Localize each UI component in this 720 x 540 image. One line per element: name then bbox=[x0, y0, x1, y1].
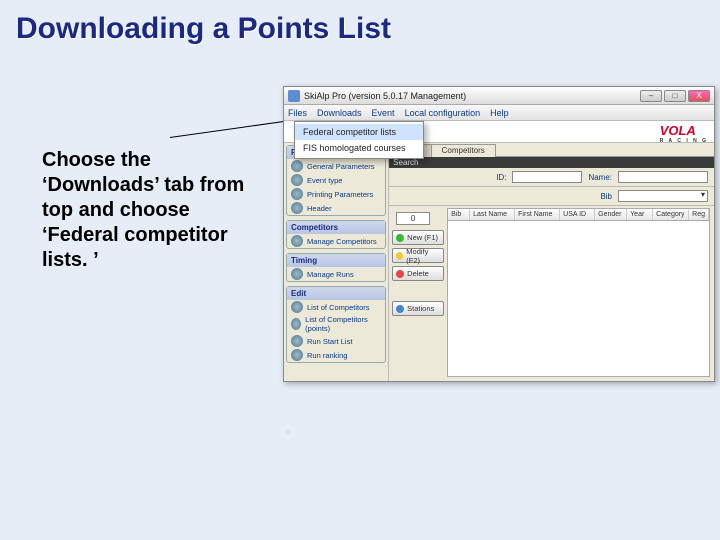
header-icon bbox=[291, 202, 303, 214]
tabstrip: Event Competitors bbox=[389, 143, 714, 157]
flag-icon bbox=[291, 335, 303, 347]
chevron-down-icon: ▾ bbox=[701, 190, 705, 199]
name-input[interactable] bbox=[618, 171, 708, 183]
minimize-button[interactable]: – bbox=[640, 90, 662, 102]
app-window: SkiAlp Pro (version 5.0.17 Management) –… bbox=[283, 86, 715, 382]
x-icon bbox=[396, 270, 404, 278]
sidebar-group-edit: Edit List of Competitors List of Competi… bbox=[286, 286, 386, 363]
app-icon bbox=[288, 90, 300, 102]
brand-sub: R A C I N G bbox=[660, 138, 708, 144]
sidebar-label: List of Competitors (points) bbox=[305, 315, 381, 333]
name-label: Name: bbox=[588, 173, 612, 182]
sidebar-item-run-ranking[interactable]: Run ranking bbox=[287, 348, 385, 362]
btn-label: Stations bbox=[407, 304, 434, 313]
filter-row-2: Bib ▾ bbox=[389, 187, 714, 206]
col-firstname[interactable]: First Name bbox=[515, 209, 560, 220]
pencil-icon bbox=[396, 252, 403, 260]
bib-label: Bib bbox=[600, 192, 612, 201]
window-title: SkiAlp Pro (version 5.0.17 Management) bbox=[304, 91, 640, 101]
action-column: 0 New (F1) Modify (F2) Delete Stations bbox=[389, 206, 447, 381]
filter-row: ID: Name: bbox=[389, 168, 714, 187]
sidebar-label: Header bbox=[307, 204, 332, 213]
dropdown-item-federal[interactable]: Federal competitor lists bbox=[295, 124, 423, 140]
sidebar-item-header[interactable]: Header bbox=[287, 201, 385, 215]
plus-icon bbox=[396, 234, 404, 242]
menu-event[interactable]: Event bbox=[372, 108, 395, 118]
sidebar-item-list-competitors[interactable]: List of Competitors bbox=[287, 300, 385, 314]
downloads-dropdown: Federal competitor lists FIS homologated… bbox=[294, 121, 424, 159]
col-bib[interactable]: Bib bbox=[448, 209, 470, 220]
tab-competitors[interactable]: Competitors bbox=[431, 144, 496, 157]
data-grid[interactable] bbox=[447, 221, 710, 377]
sidebar-item-manage-runs[interactable]: Manage Runs bbox=[287, 267, 385, 281]
btn-label: Modify (F2) bbox=[406, 247, 440, 265]
dropdown-item-fis[interactable]: FIS homologated courses bbox=[295, 140, 423, 156]
list-icon bbox=[291, 318, 301, 330]
id-label: ID: bbox=[496, 173, 506, 182]
col-year[interactable]: Year bbox=[627, 209, 653, 220]
clock-icon bbox=[291, 268, 303, 280]
sidebar-label: General Parameters bbox=[307, 162, 375, 171]
col-category[interactable]: Category bbox=[653, 209, 689, 220]
close-button[interactable]: X bbox=[688, 90, 710, 102]
col-usaid[interactable]: USA ID bbox=[560, 209, 595, 220]
col-lastname[interactable]: Last Name bbox=[470, 209, 515, 220]
menu-local-config[interactable]: Local configuration bbox=[405, 108, 481, 118]
sidebar-label: List of Competitors bbox=[307, 303, 370, 312]
delete-button[interactable]: Delete bbox=[392, 266, 444, 281]
gear-icon bbox=[291, 160, 303, 172]
brand-name: VOLA bbox=[660, 123, 696, 138]
menu-help[interactable]: Help bbox=[490, 108, 509, 118]
sidebar-label: Printing Parameters bbox=[307, 190, 373, 199]
mid-wrap: 0 New (F1) Modify (F2) Delete Stations B… bbox=[389, 206, 714, 381]
menu-files[interactable]: Files bbox=[288, 108, 307, 118]
slide-title: Downloading a Points List bbox=[16, 12, 391, 46]
bib-select[interactable]: ▾ bbox=[618, 190, 708, 202]
maximize-button[interactable]: □ bbox=[664, 90, 686, 102]
trophy-icon bbox=[291, 349, 303, 361]
count-box: 0 bbox=[396, 212, 430, 225]
sidebar-item-run-start-list[interactable]: Run Start List bbox=[287, 334, 385, 348]
titlebar: SkiAlp Pro (version 5.0.17 Management) –… bbox=[284, 87, 714, 105]
sidebar-label: Run Start List bbox=[307, 337, 352, 346]
sidebar-group-timing: Timing Manage Runs bbox=[286, 253, 386, 282]
search-bar: Search bbox=[389, 157, 714, 168]
sidebar-label: Manage Competitors bbox=[307, 237, 377, 246]
column-headers: Bib Last Name First Name USA ID Gender Y… bbox=[447, 208, 710, 221]
instruction-text: Choose the ‘Downloads’ tab from top and … bbox=[42, 148, 252, 273]
brand-logo: VOLA R A C I N G bbox=[660, 123, 708, 144]
group-title-competitors: Competitors bbox=[287, 221, 385, 234]
grid-wrap: Bib Last Name First Name USA ID Gender Y… bbox=[447, 206, 714, 381]
id-input[interactable] bbox=[512, 171, 582, 183]
printer-icon bbox=[291, 188, 303, 200]
people-icon bbox=[291, 235, 303, 247]
sidebar-item-printing[interactable]: Printing Parameters bbox=[287, 187, 385, 201]
sidebar-label: Manage Runs bbox=[307, 270, 354, 279]
sidebar: Parameters General Parameters Event type… bbox=[284, 143, 389, 381]
station-icon bbox=[396, 305, 404, 313]
col-reg[interactable]: Reg bbox=[689, 209, 709, 220]
menu-downloads[interactable]: Downloads bbox=[317, 108, 362, 118]
sidebar-group-competitors: Competitors Manage Competitors bbox=[286, 220, 386, 249]
col-gender[interactable]: Gender bbox=[595, 209, 627, 220]
sidebar-label: Event type bbox=[307, 176, 342, 185]
menubar: Files Downloads Event Local configuratio… bbox=[284, 105, 714, 121]
stations-button[interactable]: Stations bbox=[392, 301, 444, 316]
group-title-timing: Timing bbox=[287, 254, 385, 267]
group-title-edit: Edit bbox=[287, 287, 385, 300]
btn-label: New (F1) bbox=[407, 233, 438, 242]
sidebar-item-event-type[interactable]: Event type bbox=[287, 173, 385, 187]
new-button[interactable]: New (F1) bbox=[392, 230, 444, 245]
event-icon bbox=[291, 174, 303, 186]
btn-label: Delete bbox=[407, 269, 429, 278]
sidebar-item-list-competitors-points[interactable]: List of Competitors (points) bbox=[287, 314, 385, 334]
list-icon bbox=[291, 301, 303, 313]
sidebar-label: Run ranking bbox=[307, 351, 347, 360]
sidebar-item-manage-competitors[interactable]: Manage Competitors bbox=[287, 234, 385, 248]
sidebar-item-general-parameters[interactable]: General Parameters bbox=[287, 159, 385, 173]
client-area: Parameters General Parameters Event type… bbox=[284, 143, 714, 381]
modify-button[interactable]: Modify (F2) bbox=[392, 248, 444, 263]
main-panel: Event Competitors Search ID: Name: Bib ▾… bbox=[389, 143, 714, 381]
callout-line bbox=[170, 119, 299, 139]
